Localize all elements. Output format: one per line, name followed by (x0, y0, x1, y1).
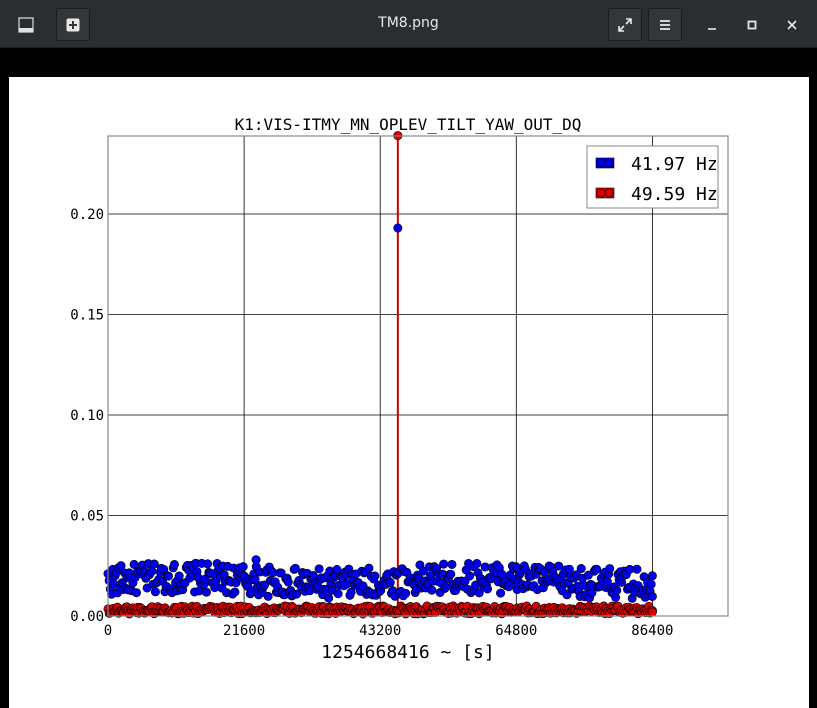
x-tick-label: 43200 (359, 623, 401, 639)
blue-point (238, 562, 248, 572)
image-viewer-area: K1:VIS-ITMY_MN_OPLEV_TILT_YAW_OUT_DQ 0 216… (0, 48, 817, 708)
bar-button[interactable] (9, 8, 43, 41)
minimize-button[interactable] (695, 8, 729, 41)
blue-point (496, 588, 506, 598)
blue-outlier-point (393, 223, 403, 233)
legend-marker (596, 158, 606, 168)
blue-point (447, 559, 457, 569)
fullscreen-button[interactable] (608, 8, 642, 41)
blue-point (131, 588, 141, 598)
expand-arrows-icon (618, 17, 632, 32)
x-tick-label: 64800 (495, 623, 537, 639)
blue-point (250, 574, 260, 584)
image-canvas: K1:VIS-ITMY_MN_OPLEV_TILT_YAW_OUT_DQ 0 216… (9, 77, 809, 708)
red-outlier-point (647, 607, 657, 617)
blue-point (364, 563, 374, 573)
window-titlebar: TM8.png (0, 0, 817, 48)
y-tick-label: 0.20 (70, 207, 104, 223)
chart-title: K1:VIS-ITMY_MN_OPLEV_TILT_YAW_OUT_DQ (235, 115, 582, 134)
blue-point (446, 569, 456, 579)
blue-point (472, 559, 482, 569)
x-tick-label: 0 (104, 623, 112, 639)
legend-label: 49.59 Hz (631, 184, 718, 205)
legend-marker (596, 188, 606, 198)
blue-point (324, 593, 334, 603)
menu-button[interactable] (648, 8, 682, 41)
blue-point (174, 571, 184, 581)
blue-point (647, 591, 657, 601)
y-tick-label: 0.15 (70, 307, 104, 323)
blue-point (576, 564, 586, 574)
blue-point (314, 564, 324, 574)
blue-point (201, 587, 211, 597)
legend-marker (604, 188, 614, 198)
blue-point (605, 564, 615, 574)
blue-point (439, 559, 449, 569)
blue-point (230, 587, 240, 597)
x-axis-label: 1254668416 ~ [s] (321, 642, 494, 663)
blue-outlier-point (647, 571, 657, 581)
blue-point (385, 578, 395, 588)
hamburger-menu-icon (660, 19, 670, 30)
y-tick-label: 0.10 (70, 408, 104, 424)
blue-point (150, 587, 160, 597)
blue-point (465, 571, 475, 581)
blue-point (427, 585, 437, 595)
maximize-button[interactable] (735, 8, 769, 41)
blue-point (632, 564, 642, 574)
blue-point (333, 589, 343, 599)
minimize-icon (708, 27, 716, 30)
y-tick-label: 0.00 (70, 609, 104, 625)
blue-point (263, 591, 273, 601)
scatter-chart: K1:VIS-ITMY_MN_OPLEV_TILT_YAW_OUT_DQ 0 216… (70, 115, 729, 663)
legend-label: 41.97 Hz (631, 154, 718, 175)
blue-point (163, 571, 173, 581)
blue-point (564, 564, 574, 574)
blue-point (592, 564, 602, 574)
x-tick-label: 86400 (631, 623, 673, 639)
blue-point (612, 585, 622, 595)
legend-marker (604, 158, 614, 168)
blue-point (292, 589, 302, 599)
close-icon (787, 19, 797, 30)
plus-square-icon (66, 18, 80, 31)
blue-point (169, 559, 179, 569)
close-button[interactable] (775, 8, 809, 41)
blue-point (370, 571, 380, 581)
maximize-icon (747, 20, 757, 29)
blue-point (646, 579, 656, 589)
blue-point (283, 577, 293, 587)
bar-icon (18, 16, 34, 33)
y-tick-label: 0.05 (70, 508, 104, 524)
blue-outlier-point (251, 555, 261, 565)
x-tick-label: 21600 (223, 623, 265, 639)
blue-point (401, 588, 411, 598)
new-tab-button[interactable] (56, 8, 90, 41)
blue-point (203, 559, 213, 569)
blue-point (483, 584, 493, 594)
